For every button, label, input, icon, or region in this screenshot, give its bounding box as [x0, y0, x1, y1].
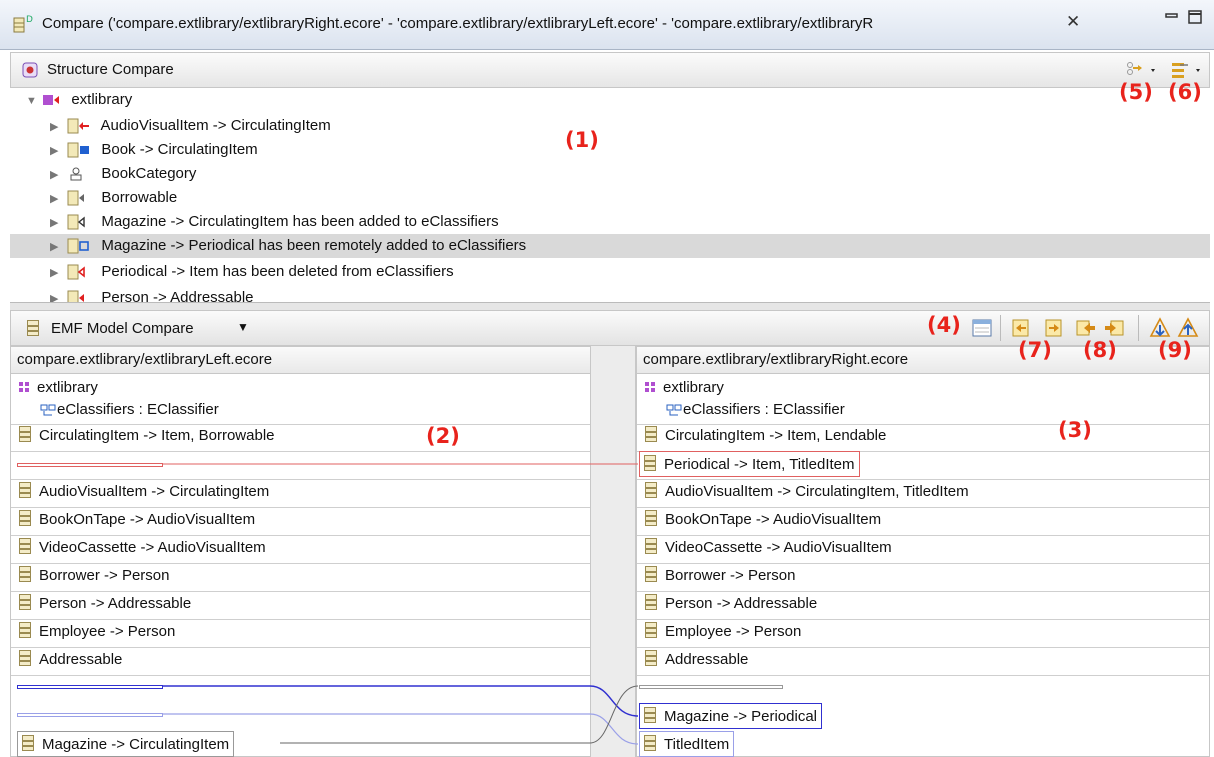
annotation-9: (9): [1158, 338, 1192, 362]
annotation-4: (4): [927, 313, 961, 337]
annotation-6: (6): [1168, 80, 1202, 104]
difference-connectors: [162, 463, 639, 745]
annotation-5: (5): [1119, 80, 1153, 104]
annotation-7: (7): [1018, 338, 1052, 362]
annotation-3: (3): [1058, 418, 1092, 442]
annotation-2: (2): [426, 424, 460, 448]
annotation-8: (8): [1083, 338, 1117, 362]
annotation-1: (1): [565, 128, 599, 152]
